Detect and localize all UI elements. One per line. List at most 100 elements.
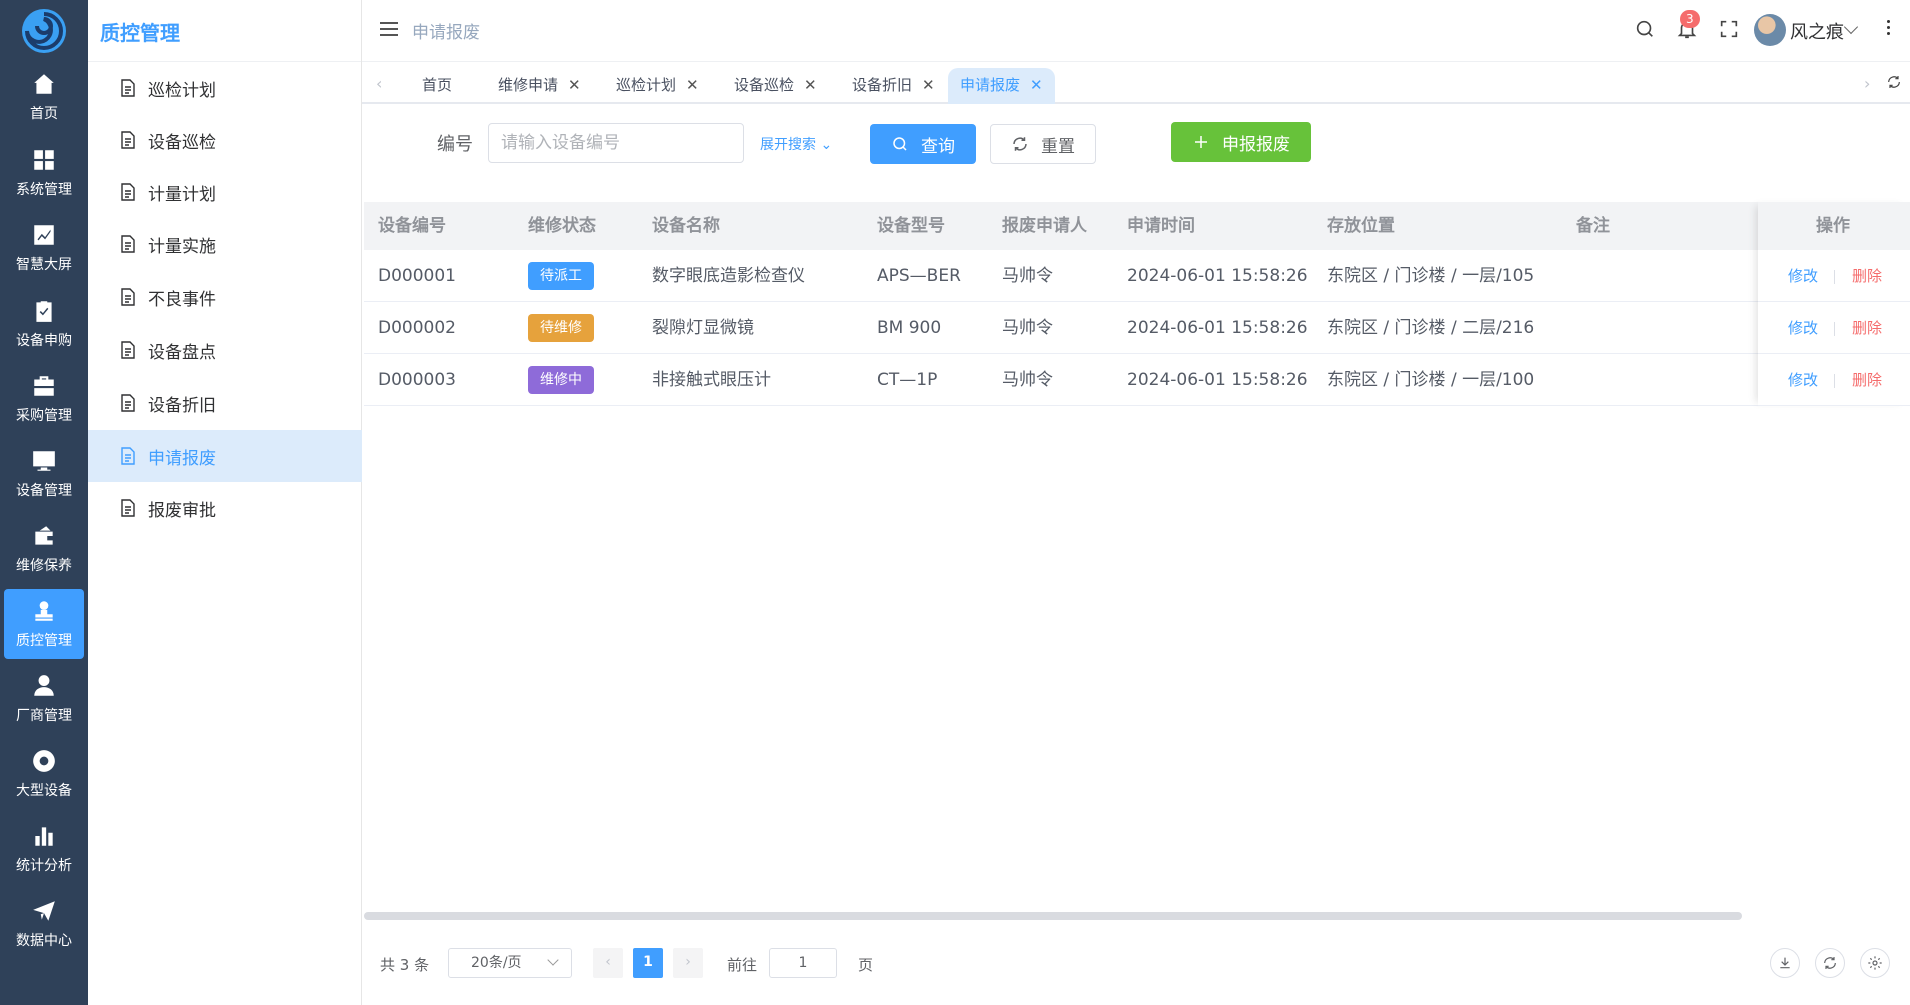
- rail-item-dashboard[interactable]: 智慧大屏: [4, 213, 84, 283]
- submenu-item-depreciation[interactable]: 设备折旧: [88, 377, 362, 429]
- submenu-item-scrap-request[interactable]: 申请报废: [88, 430, 362, 482]
- document-icon: [121, 394, 135, 412]
- close-icon[interactable]: ✕: [804, 68, 817, 102]
- cell-model: BM 900: [877, 318, 942, 338]
- submenu-item-scrap-approval[interactable]: 报废审批: [88, 482, 362, 534]
- tab-inspection-plan[interactable]: 巡检计划 ✕: [604, 68, 711, 104]
- cell-location: 东院区 / 门诊楼 / 一层/105: [1327, 266, 1535, 286]
- refresh-icon[interactable]: [1886, 74, 1902, 90]
- divider: [1834, 270, 1835, 284]
- rail-item-large-equipment[interactable]: 大型设备: [4, 739, 84, 809]
- goto-page-input[interactable]: 1: [769, 948, 837, 978]
- fullscreen-icon[interactable]: [1718, 18, 1742, 42]
- delete-link[interactable]: 删除: [1852, 302, 1882, 354]
- cell-name: 数字眼底造影检查仪: [652, 266, 805, 286]
- submenu-item-metering-execution[interactable]: 计量实施: [88, 218, 362, 270]
- tab-equipment-inspection[interactable]: 设备巡检 ✕: [722, 68, 829, 104]
- tabs-scroll-left-icon[interactable]: ‹: [376, 74, 382, 93]
- rail-item-procurement[interactable]: 采购管理: [4, 364, 84, 434]
- avatar[interactable]: [1754, 14, 1786, 46]
- next-page-button[interactable]: ›: [673, 948, 703, 978]
- close-icon[interactable]: ✕: [922, 68, 935, 102]
- column-header: 维修状态: [528, 216, 596, 236]
- edit-link[interactable]: 修改: [1788, 302, 1818, 354]
- query-button[interactable]: 查询: [870, 124, 976, 164]
- column-header: 备注: [1576, 216, 1610, 236]
- divider: [1834, 374, 1835, 388]
- submenu-item-inventory[interactable]: 设备盘点: [88, 324, 362, 376]
- logo-icon: [22, 9, 66, 53]
- delete-link[interactable]: 删除: [1852, 250, 1882, 302]
- horizontal-scrollbar[interactable]: [364, 912, 1742, 920]
- page-number-button[interactable]: 1: [633, 948, 663, 978]
- close-icon[interactable]: ✕: [1030, 68, 1043, 102]
- rail-label: 设备管理: [16, 483, 72, 499]
- rail-item-vendor[interactable]: 厂商管理: [4, 664, 84, 734]
- rail-item-system[interactable]: 系统管理: [4, 138, 84, 208]
- delete-link[interactable]: 删除: [1852, 354, 1882, 406]
- username[interactable]: 风之痕: [1790, 18, 1844, 44]
- rail-item-data-center[interactable]: 数据中心: [4, 889, 84, 959]
- rail-label: 大型设备: [16, 783, 72, 799]
- document-icon: [121, 499, 135, 517]
- chart-line-icon: [34, 225, 54, 245]
- notification-badge: 3: [1680, 10, 1700, 28]
- rail-item-quality-control[interactable]: 质控管理: [4, 589, 84, 659]
- search-icon[interactable]: [1634, 18, 1658, 42]
- cell-time: 2024-06-01 15:58:26: [1127, 266, 1308, 286]
- page-size-select[interactable]: 20条/页: [448, 948, 572, 978]
- equipment-code-input[interactable]: [488, 123, 744, 163]
- tabs-scroll-right-icon[interactable]: ›: [1864, 74, 1870, 93]
- rail-label: 系统管理: [16, 182, 72, 198]
- divider: [1834, 322, 1835, 336]
- rail-label: 维修保养: [16, 558, 72, 574]
- rail-item-statistics[interactable]: 统计分析: [4, 814, 84, 884]
- tab-depreciation[interactable]: 设备折旧 ✕: [840, 68, 947, 104]
- add-scrap-button[interactable]: 申报报废: [1171, 122, 1311, 162]
- document-icon: [121, 235, 135, 253]
- tab-label: 申请报废: [960, 76, 1021, 94]
- submenu-item-inspection-plan[interactable]: 巡检计划: [88, 62, 362, 114]
- search-icon: [893, 137, 907, 151]
- chevron-down-icon[interactable]: [1843, 19, 1859, 35]
- rail-item-equipment[interactable]: 设备管理: [4, 439, 84, 509]
- more-vertical-icon[interactable]: [1887, 20, 1891, 38]
- submenu-item-metering-plan[interactable]: 计量计划: [88, 166, 362, 218]
- rail-label: 首页: [30, 106, 58, 122]
- table-row: D000001 待派工 数字眼底造影检查仪 APS—BER 马帅令 2024-0…: [364, 250, 1910, 302]
- edit-link[interactable]: 修改: [1788, 354, 1818, 406]
- rail-item-maintenance[interactable]: 维修保养: [4, 514, 84, 584]
- status-badge: 待派工: [528, 262, 594, 290]
- refresh-icon[interactable]: [1815, 948, 1845, 978]
- column-header: 操作: [1816, 216, 1850, 236]
- user-stamp-icon: [35, 601, 53, 621]
- cell-applicant: 马帅令: [1002, 370, 1053, 390]
- tab-scrap-request[interactable]: 申请报废 ✕: [948, 68, 1055, 104]
- expand-search-label: 展开搜索: [760, 137, 816, 153]
- submenu-item-label: 报废审批: [148, 500, 216, 521]
- clipboard-check-icon: [36, 301, 52, 322]
- column-header: 存放位置: [1327, 216, 1395, 236]
- submenu-item-adverse-events[interactable]: 不良事件: [88, 271, 362, 323]
- edit-link[interactable]: 修改: [1788, 250, 1818, 302]
- table-row: D000003 维修中 非接触式眼压计 CT—1P 马帅令 2024-06-01…: [364, 354, 1910, 406]
- reset-button[interactable]: 重置: [990, 124, 1096, 164]
- rail-item-home[interactable]: 首页: [4, 62, 84, 132]
- close-icon[interactable]: ✕: [568, 68, 581, 102]
- submenu-item-equipment-inspection[interactable]: 设备巡检: [88, 114, 362, 166]
- app-logo[interactable]: [0, 0, 88, 62]
- cell-name: 非接触式眼压计: [652, 370, 771, 390]
- tab-home[interactable]: 首页: [410, 68, 464, 104]
- wallet-icon: [35, 526, 53, 545]
- prev-page-button[interactable]: ‹: [593, 948, 623, 978]
- settings-icon[interactable]: [1860, 948, 1890, 978]
- rail-item-purchase-request[interactable]: 设备申购: [4, 289, 84, 359]
- tab-repair-request[interactable]: 维修申请 ✕: [486, 68, 593, 104]
- top-bar: 申请报废 3 风之痕: [362, 0, 1910, 62]
- rail-label: 厂商管理: [16, 708, 72, 724]
- hamburger-icon[interactable]: [380, 22, 398, 38]
- download-icon[interactable]: [1770, 948, 1800, 978]
- close-icon[interactable]: ✕: [686, 68, 699, 102]
- document-icon: [121, 447, 135, 465]
- expand-search-link[interactable]: 展开搜索 ⌄: [760, 134, 832, 154]
